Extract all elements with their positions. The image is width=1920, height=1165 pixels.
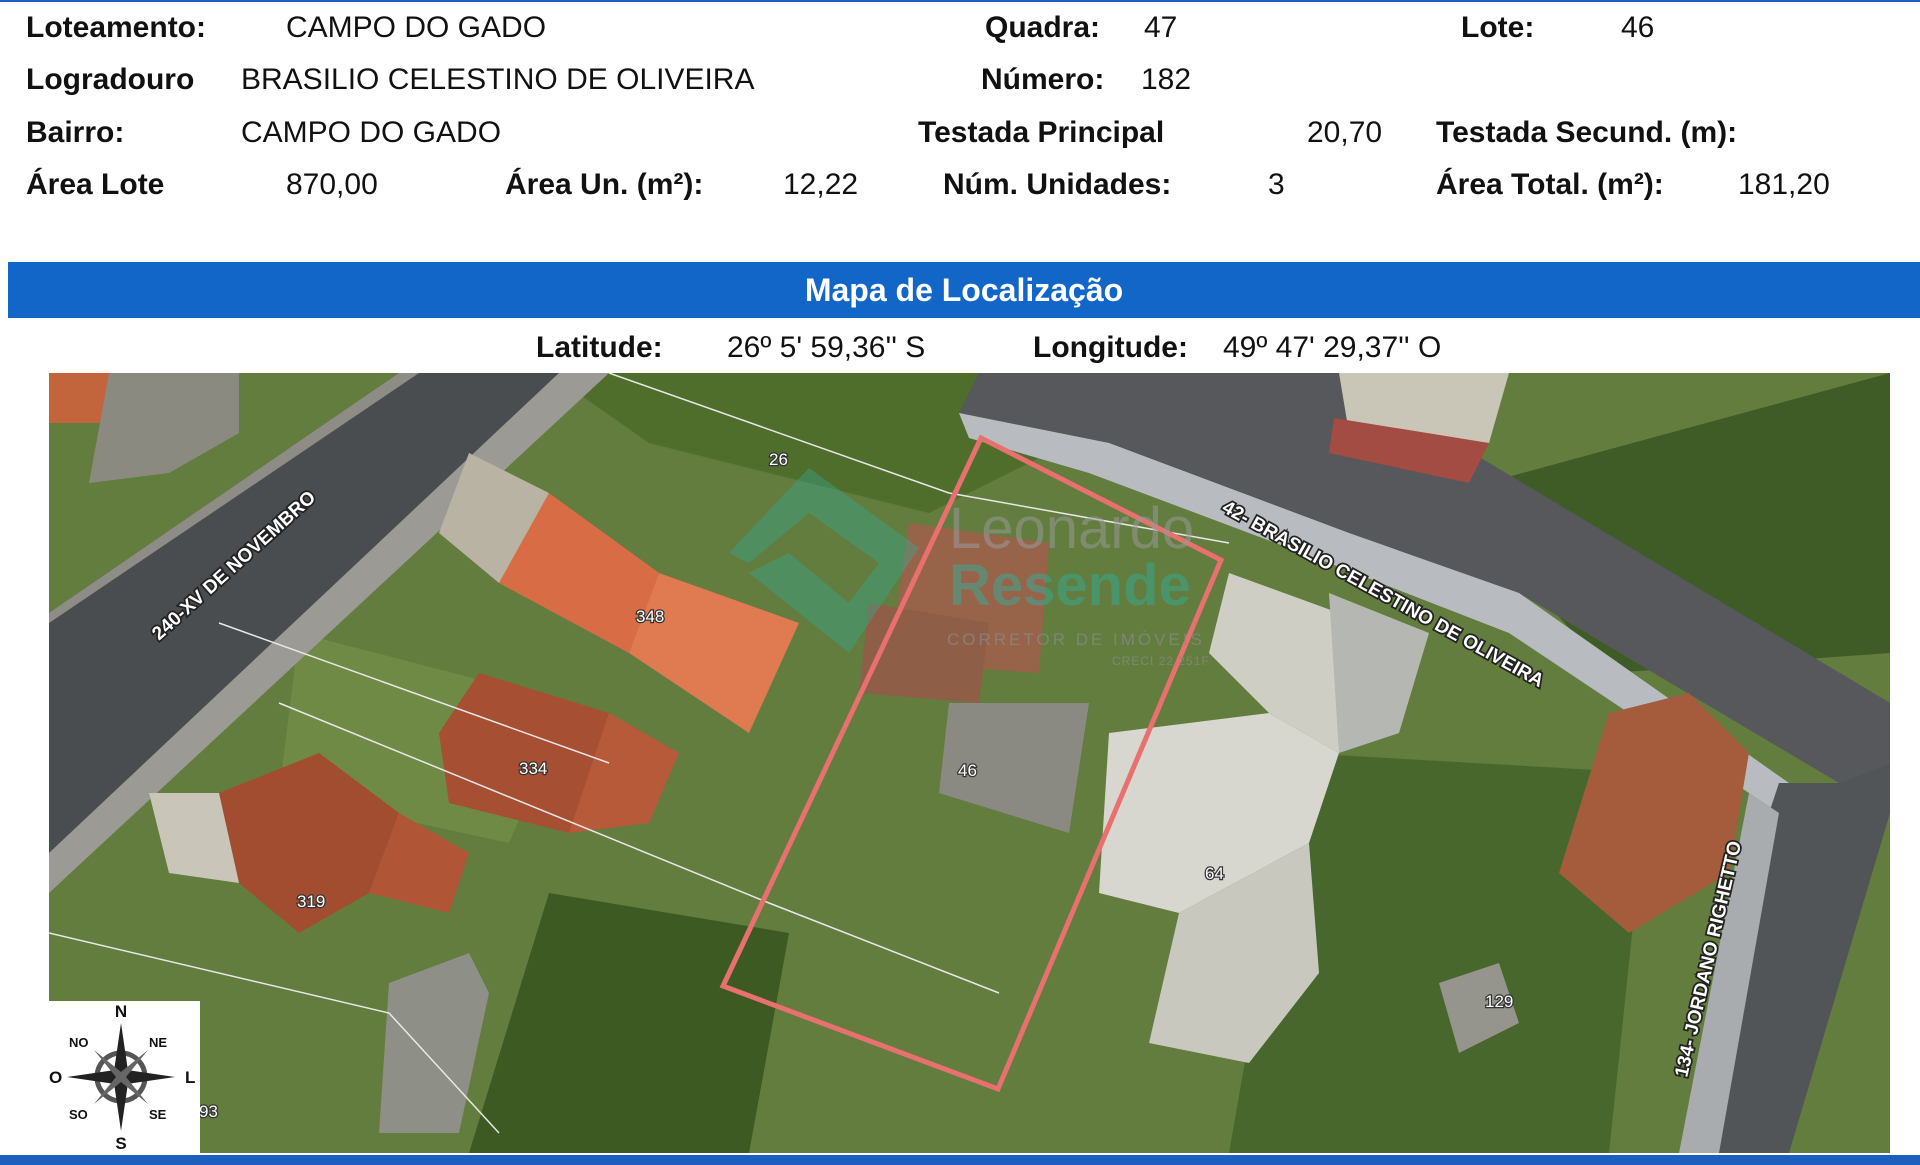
- bairro-value: CAMPO DO GADO: [241, 116, 502, 149]
- aerial-map[interactable]: Leonardo Resende CORRETOR DE IMÓVEIS CRE…: [49, 373, 1890, 1153]
- lot-number-319: 319: [297, 892, 325, 911]
- compass-no: NO: [69, 1035, 89, 1050]
- lot-number-129: 129: [1485, 992, 1513, 1011]
- latitude-label: Latitude:: [536, 331, 663, 364]
- watermark-name: Leonardo: [949, 496, 1194, 561]
- compass-o: O: [49, 1068, 62, 1087]
- quadra-value: 47: [1144, 11, 1178, 44]
- compass-n: N: [115, 1002, 127, 1021]
- numero-value: 182: [1141, 63, 1192, 96]
- lot-number-334: 334: [519, 759, 547, 778]
- watermark-tagline: CORRETOR DE IMÓVEIS: [947, 630, 1205, 649]
- area-total-value: 181,20: [1738, 168, 1830, 201]
- area-total-label: Área Total. (m²):: [1436, 168, 1664, 201]
- loteamento-value: CAMPO DO GADO: [286, 11, 547, 44]
- num-unidades-value: 3: [1268, 168, 1285, 201]
- testada-principal-label: Testada Principal: [918, 116, 1165, 149]
- loteamento-label: Loteamento:: [26, 11, 206, 44]
- lote-label: Lote:: [1461, 11, 1535, 44]
- compass-rose: N S O L NO NE SO SE: [49, 1001, 200, 1153]
- lot-number-348: 348: [636, 607, 664, 626]
- latitude-value: 26º 5' 59,36'' S: [727, 331, 926, 364]
- top-rule: [0, 0, 1920, 2]
- testada-principal-value: 20,70: [1307, 116, 1383, 149]
- lote-value: 46: [1621, 11, 1655, 44]
- testada-secund-label: Testada Secund. (m):: [1436, 116, 1738, 149]
- logradouro-label: Logradouro: [26, 63, 195, 96]
- lot-number-64: 64: [1205, 864, 1224, 883]
- area-lote-value: 870,00: [286, 168, 378, 201]
- area-lote-label: Área Lote: [26, 168, 165, 201]
- compass-s: S: [115, 1134, 126, 1153]
- lot-number-26: 26: [769, 450, 788, 469]
- map-section-title: Mapa de Localização: [8, 262, 1920, 318]
- lot-number-93: 93: [199, 1102, 218, 1121]
- logradouro-value: BRASILIO CELESTINO DE OLIVEIRA: [241, 63, 755, 96]
- num-unidades-label: Núm. Unidades:: [943, 168, 1172, 201]
- area-un-label: Área Un. (m²):: [505, 168, 704, 201]
- longitude-value: 49º 47' 29,37'' O: [1223, 331, 1442, 364]
- longitude-label: Longitude:: [1033, 331, 1188, 364]
- lot-number-46: 46: [958, 761, 977, 780]
- numero-label: Número:: [981, 63, 1105, 96]
- compass-l: L: [185, 1068, 195, 1087]
- quadra-label: Quadra:: [985, 11, 1101, 44]
- compass-se: SE: [149, 1107, 167, 1122]
- bairro-label: Bairro:: [26, 116, 125, 149]
- compass-so: SO: [69, 1107, 88, 1122]
- watermark-surname: Resende: [949, 553, 1191, 618]
- area-un-value: 12,22: [783, 168, 859, 201]
- watermark-creci: CRECI 22.251F: [1112, 654, 1210, 668]
- bottom-rule: [0, 1155, 1920, 1165]
- compass-ne: NE: [149, 1035, 167, 1050]
